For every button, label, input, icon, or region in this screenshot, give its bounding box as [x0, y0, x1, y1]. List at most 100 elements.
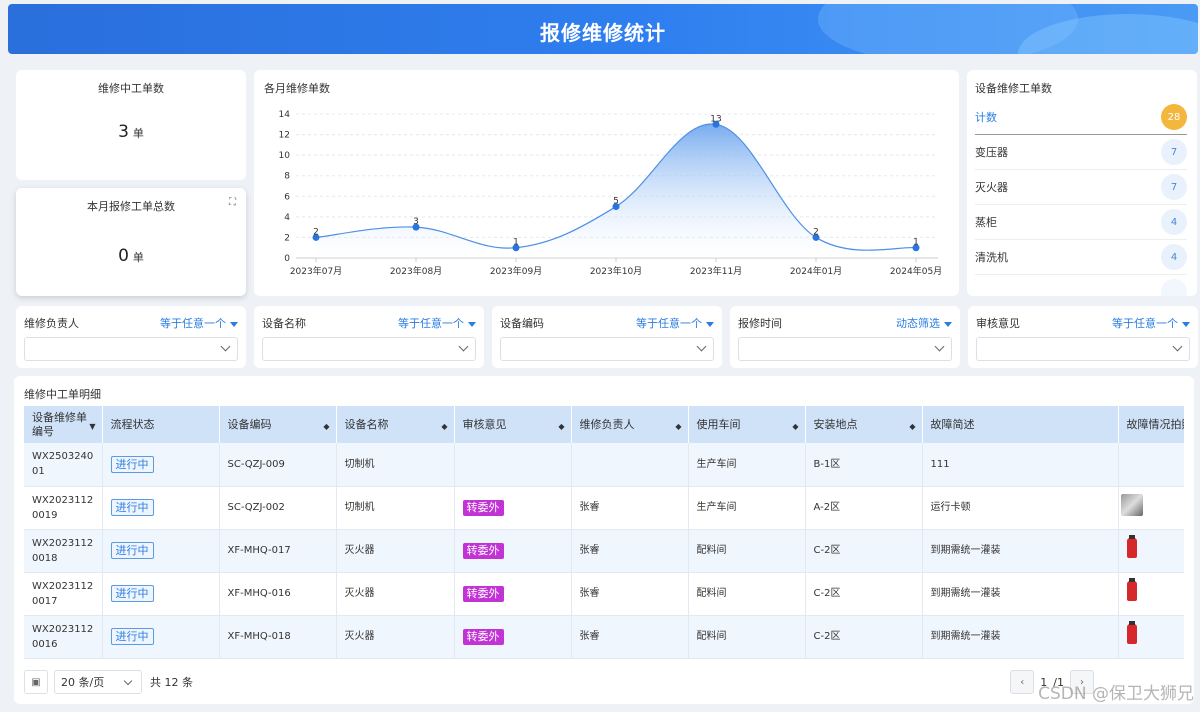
- filter-select[interactable]: [738, 337, 952, 361]
- column-header[interactable]: 安装地点 ◆: [805, 406, 923, 443]
- prev-page-button[interactable]: ‹: [1010, 670, 1035, 694]
- x-tick-label: 2024年01月: [790, 265, 842, 277]
- count-badge: 7: [1161, 139, 1187, 165]
- sort-icon[interactable]: ◆: [792, 420, 798, 434]
- filter-select[interactable]: [262, 337, 476, 361]
- chevron-down-icon: [696, 341, 707, 352]
- page-title: 报修维修统计: [540, 21, 666, 45]
- kpi-card-repairing: 维修中工单数 3单: [16, 70, 246, 180]
- filter-operator[interactable]: 等于任意一个: [1112, 315, 1190, 331]
- cell-id: WX20231120019: [24, 486, 103, 530]
- machine-photo-thumbnail[interactable]: [1120, 494, 1143, 516]
- device-row-name: 蒸柜: [975, 216, 997, 229]
- cell-name: 灭火器: [336, 529, 455, 573]
- chevron-down-icon: [1172, 341, 1183, 352]
- table-row[interactable]: WX20231120017 进行中 XF-MHQ-016 灭火器 转委外 张睿 …: [24, 572, 1184, 616]
- extinguisher-photo-thumbnail[interactable]: [1126, 535, 1137, 558]
- kpi-title: 本月报修工单总数: [87, 200, 175, 213]
- cell-code: XF-MHQ-016: [219, 572, 337, 616]
- table-settings-icon[interactable]: ▣: [24, 670, 48, 694]
- review-tag: 转委外: [462, 585, 504, 602]
- chevron-down-icon: [123, 676, 133, 686]
- x-tick-label: 2023年10月: [590, 265, 642, 277]
- column-header[interactable]: 故障情况拍照: [1118, 406, 1184, 443]
- device-row-total[interactable]: 计数 28: [975, 100, 1187, 135]
- column-header[interactable]: 设备编码 ◆: [219, 406, 337, 443]
- page-size-select[interactable]: 20 条/页: [54, 670, 142, 694]
- cell-review: 转委外: [454, 529, 572, 573]
- extinguisher-photo-thumbnail[interactable]: [1126, 578, 1137, 601]
- cell-status: 进行中: [102, 615, 220, 659]
- sort-icon[interactable]: ◆: [323, 420, 329, 434]
- column-header[interactable]: 设备名称 ◆: [336, 406, 455, 443]
- caret-down-icon: [706, 321, 714, 327]
- table-row[interactable]: WX20231120018 进行中 XF-MHQ-017 灭火器 转委外 张睿 …: [24, 529, 1184, 573]
- filter-device-name: 设备名称 等于任意一个: [254, 306, 484, 368]
- column-header[interactable]: 审核意见 ◆: [454, 406, 572, 443]
- column-header[interactable]: 维修负责人 ◆: [571, 406, 689, 443]
- status-tag: 进行中: [110, 499, 154, 516]
- device-count-card: 设备维修工单数 计数 28 变压器 7 灭火器 7 蒸柜 4 清洗机 4: [967, 70, 1197, 296]
- review-tag: 转委外: [462, 542, 504, 559]
- cell-id: WX20231120016: [24, 615, 103, 659]
- column-header[interactable]: 流程状态: [102, 406, 220, 443]
- table-row[interactable]: WX250324001 进行中 SC-QZJ-009 切制机 生产车间 B-1区…: [24, 443, 1184, 487]
- device-row[interactable]: 蒸柜 4: [975, 205, 1187, 240]
- device-count-list: 计数 28 变压器 7 灭火器 7 蒸柜 4 清洗机 4: [975, 100, 1187, 296]
- device-row[interactable]: 灭火器 7: [975, 170, 1187, 205]
- kpi-unit: 单: [132, 127, 144, 140]
- filter-operator[interactable]: 动态筛选: [896, 315, 952, 331]
- column-header[interactable]: 故障简述: [922, 406, 1119, 443]
- cell-workshop: 配料间: [688, 615, 806, 659]
- table-scroll[interactable]: 设备维修单编号 ▼ 流程状态 设备编码 ◆ 设备名称 ◆ 审核意见 ◆ 维修负责人 ◆ 使…: [24, 406, 1184, 662]
- table-row[interactable]: WX20231120016 进行中 XF-MHQ-018 灭火器 转委外 张睿 …: [24, 615, 1184, 659]
- cell-status: 进行中: [102, 572, 220, 616]
- filter-operator[interactable]: 等于任意一个: [160, 315, 238, 331]
- chevron-down-icon: [934, 341, 945, 352]
- monthly-chart-card: 各月维修单数 0 2 4 6 8 10 12 14 2023年07月 2023年08月 2023年…: [254, 70, 959, 296]
- device-row[interactable]: 清洗机 4: [975, 240, 1187, 275]
- caret-down-icon: [944, 321, 952, 327]
- column-header[interactable]: 设备维修单编号 ▼: [24, 406, 103, 443]
- kpi-title: 维修中工单数: [98, 82, 164, 95]
- filter-select[interactable]: [500, 337, 714, 361]
- sort-desc-icon[interactable]: ▼: [89, 420, 95, 434]
- filter-operator[interactable]: 等于任意一个: [636, 315, 714, 331]
- y-tick-label: 10: [279, 151, 291, 161]
- cell-owner: 张睿: [571, 486, 689, 530]
- caret-down-icon: [230, 321, 238, 327]
- y-tick-label: 8: [284, 172, 290, 182]
- data-label: 1: [913, 238, 919, 248]
- table-row[interactable]: WX20231120019 进行中 SC-QZJ-002 切制机 转委外 张睿 …: [24, 486, 1184, 530]
- extinguisher-photo-thumbnail[interactable]: [1126, 621, 1137, 644]
- expand-icon[interactable]: ⛶: [229, 197, 236, 208]
- cell-owner: 张睿: [571, 615, 689, 659]
- x-tick-label: 2023年08月: [390, 265, 442, 277]
- sort-icon[interactable]: ◆: [441, 420, 447, 434]
- device-row[interactable]: 变压器 7: [975, 135, 1187, 170]
- filter-operator[interactable]: 等于任意一个: [398, 315, 476, 331]
- x-tick-label: 2023年11月: [690, 265, 742, 277]
- cell-photo: [1118, 615, 1184, 659]
- sort-icon[interactable]: ◆: [558, 420, 564, 434]
- cell-photo: [1118, 572, 1184, 616]
- caret-down-icon: [1182, 321, 1190, 327]
- filter-select[interactable]: [24, 337, 238, 361]
- filter-label: 报修时间: [738, 317, 782, 330]
- column-header[interactable]: 使用车间 ◆: [688, 406, 806, 443]
- cell-name: 灭火器: [336, 572, 455, 616]
- cell-review: 转委外: [454, 486, 572, 530]
- cell-name: 灭火器: [336, 615, 455, 659]
- y-tick-label: 2: [284, 233, 290, 243]
- sort-icon[interactable]: ◆: [675, 420, 681, 434]
- cell-workshop: 配料间: [688, 572, 806, 616]
- sort-icon[interactable]: ◆: [909, 420, 915, 434]
- cell-name: 切制机: [336, 486, 455, 530]
- cell-photo: [1118, 529, 1184, 573]
- cell-location: C-2区: [805, 572, 923, 616]
- count-badge: 7: [1161, 174, 1187, 200]
- filter-report-time: 报修时间 动态筛选: [730, 306, 960, 368]
- review-tag: 转委外: [462, 628, 504, 645]
- device-row-name: 变压器: [975, 146, 1008, 159]
- filter-select[interactable]: [976, 337, 1190, 361]
